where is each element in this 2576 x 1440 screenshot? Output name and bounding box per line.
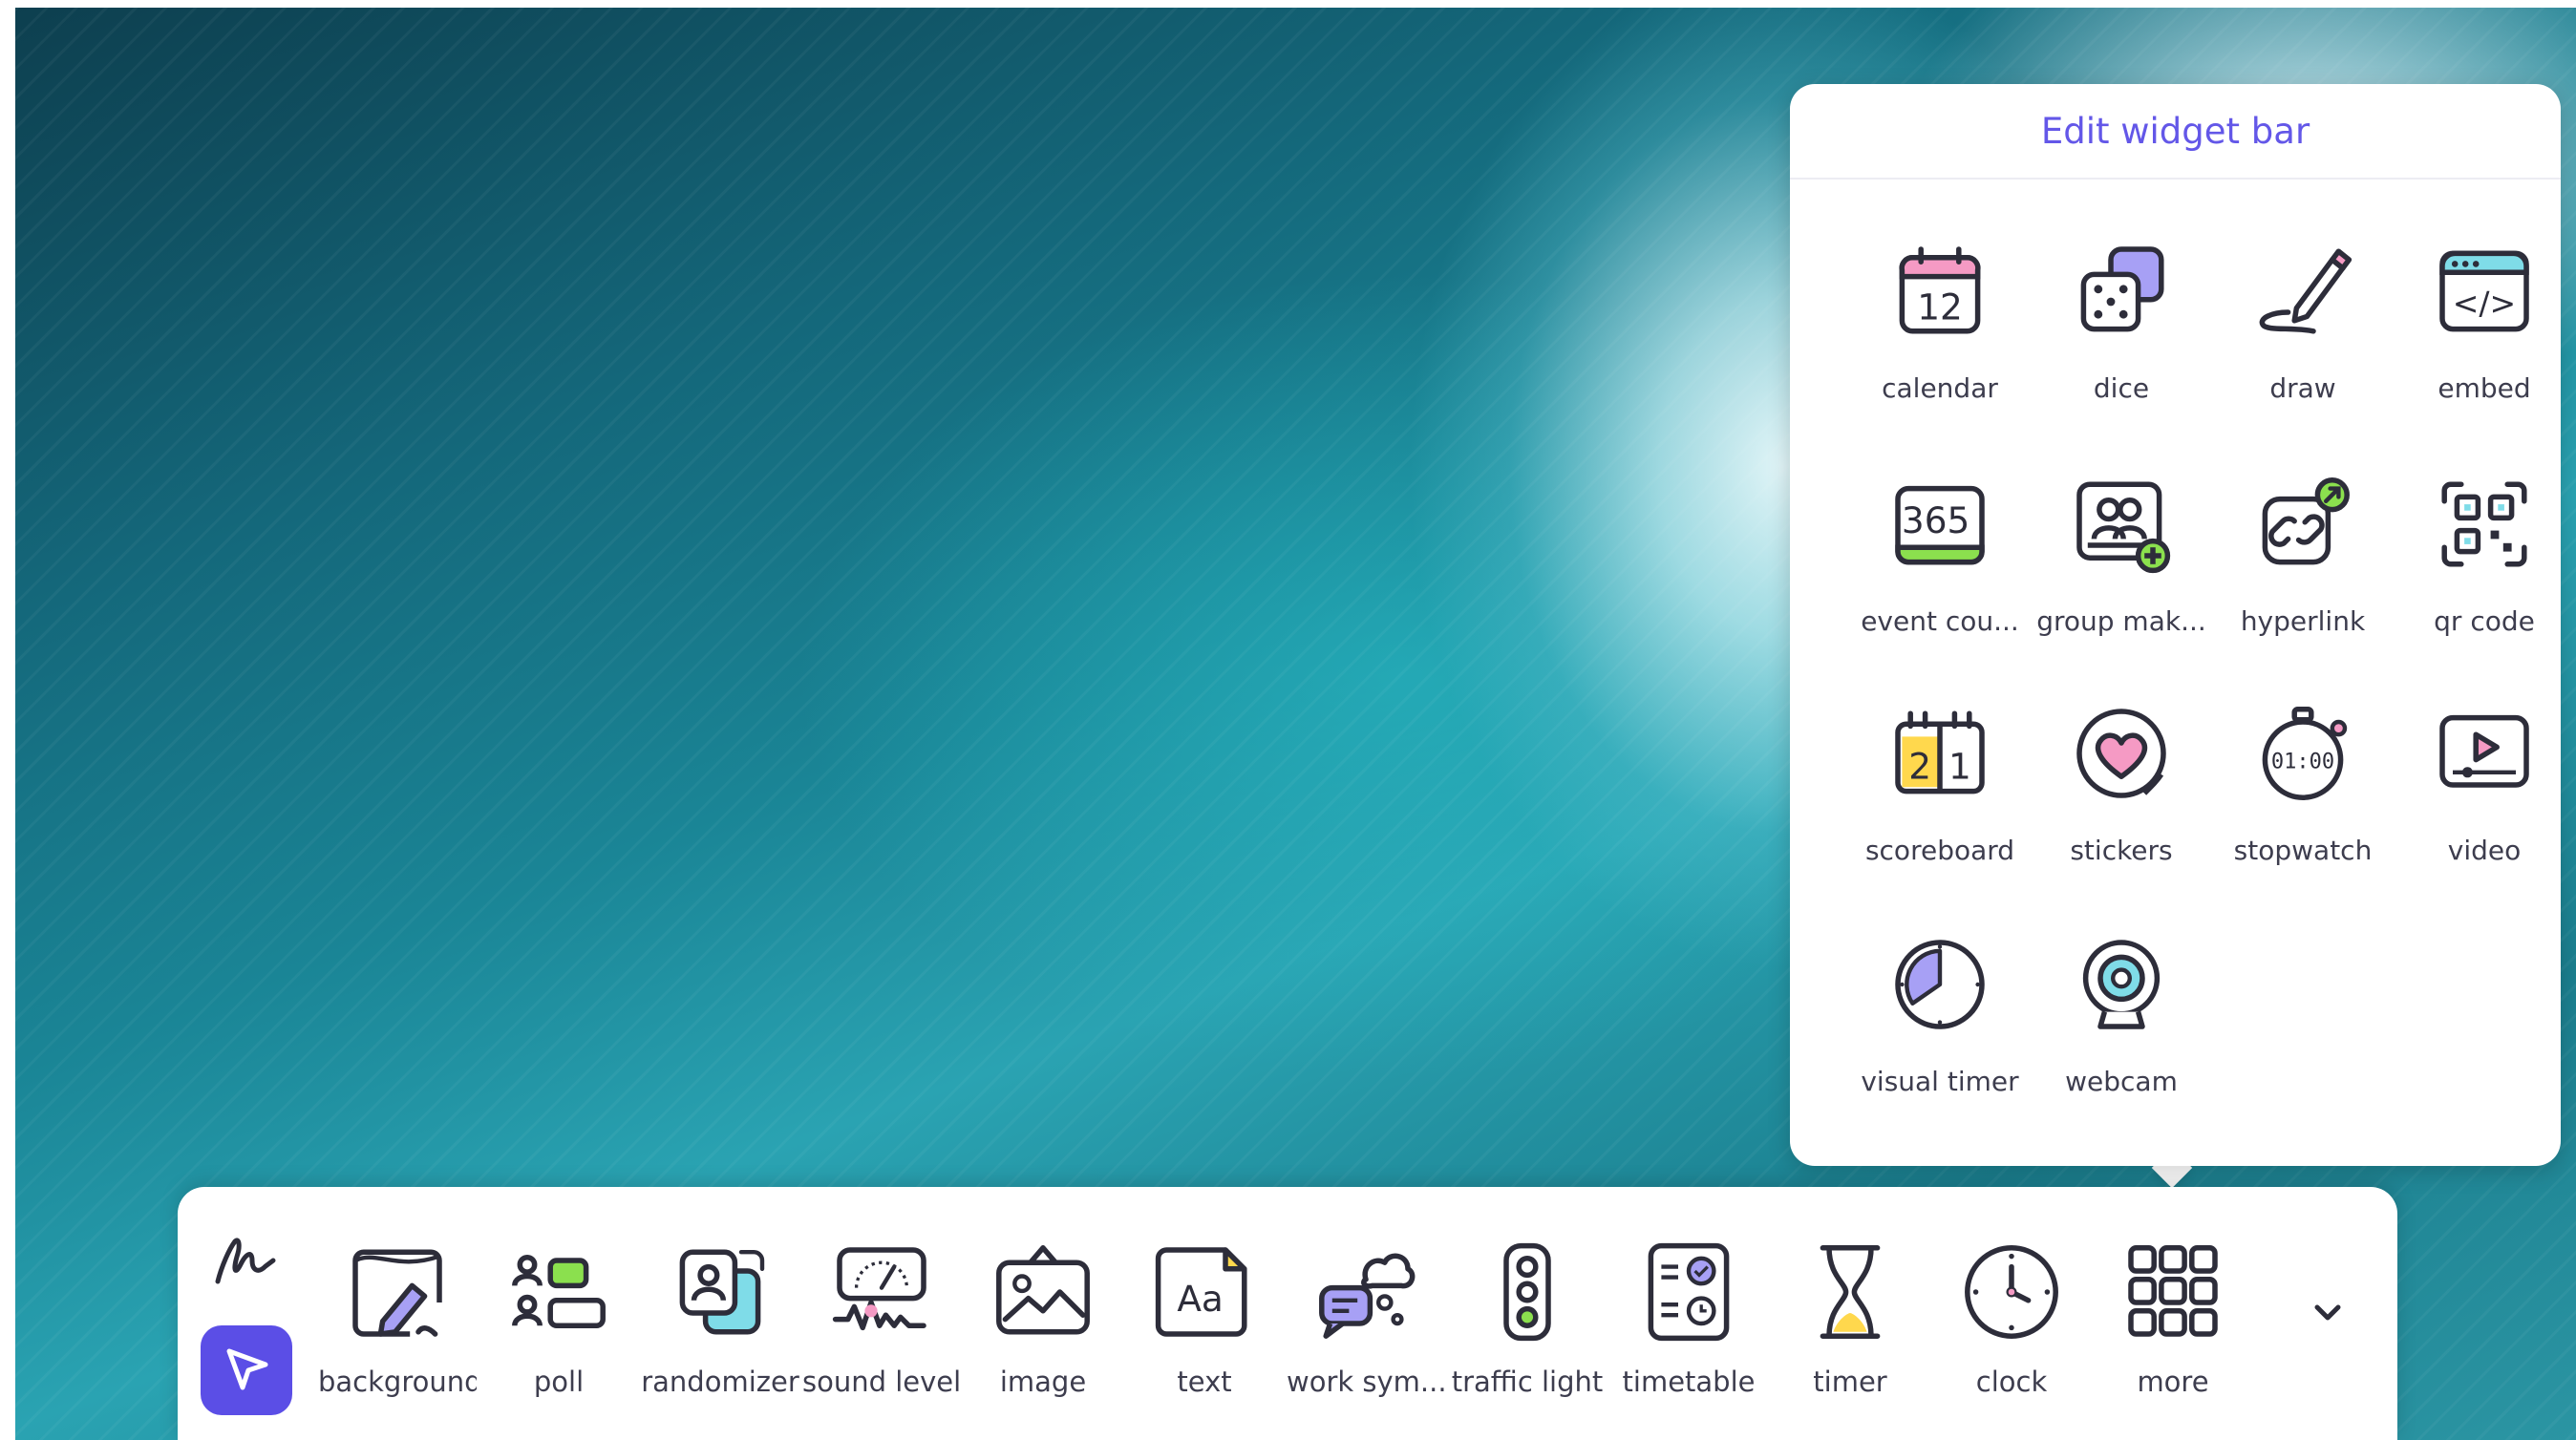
webcam-icon: [2082, 940, 2161, 1029]
stopwatch-icon: 01:00: [2262, 707, 2348, 800]
app-stage: Edit widget bar 12 calendar dice draw </…: [0, 0, 2576, 1440]
widget-qr-code[interactable]: qr code: [2394, 462, 2575, 672]
select-tool-button[interactable]: [201, 1325, 292, 1415]
widget-label: calendar: [1882, 372, 1998, 404]
tool-timer[interactable]: timer: [1771, 1239, 1929, 1421]
tool-randomizer[interactable]: randomizer: [641, 1239, 799, 1421]
tool-timetable[interactable]: timetable: [1609, 1239, 1768, 1421]
visual-timer-icon: [1895, 940, 1985, 1029]
widget-scoreboard[interactable]: 2 1 scoreboard: [1849, 691, 2031, 901]
background-edit-icon: [352, 1249, 442, 1337]
tool-label: sound level: [802, 1366, 961, 1398]
pencil-draw-icon: [2259, 248, 2352, 334]
grid-more-icon: [2128, 1245, 2218, 1337]
tool-traffic-light[interactable]: traffic light: [1448, 1239, 1607, 1421]
tool-label: text: [1177, 1366, 1232, 1398]
embed-icon-text: </>: [2453, 285, 2516, 322]
score-right: 1: [1948, 745, 1971, 787]
tool-label: poll: [533, 1366, 585, 1398]
tool-label: timetable: [1622, 1366, 1756, 1398]
sound-level-icon: [832, 1247, 926, 1331]
work-symbols-icon: [1319, 1253, 1416, 1339]
widget-stickers[interactable]: stickers: [2031, 691, 2212, 901]
calendar-icon-text: 12: [1917, 286, 1963, 328]
widget-group-maker[interactable]: group mak...: [2031, 462, 2212, 672]
widget-label: visual timer: [1861, 1066, 2019, 1097]
tool-label: timer: [1813, 1366, 1887, 1398]
widget-stopwatch[interactable]: 01:00 stopwatch: [2212, 691, 2394, 901]
qr-code-icon: [2441, 481, 2527, 567]
widget-label: event cou...: [1861, 605, 2019, 637]
chevron-down-icon[interactable]: [2304, 1294, 2352, 1332]
tool-work-symbols[interactable]: work sym...: [1287, 1239, 1445, 1421]
tool-more[interactable]: more: [2094, 1239, 2252, 1421]
randomizer-icon: [679, 1249, 765, 1335]
traffic-light-icon: [1503, 1242, 1551, 1342]
widget-label: qr code: [2434, 605, 2535, 637]
tool-label: background: [318, 1366, 477, 1398]
text-icon-glyph: Aa: [1177, 1278, 1224, 1320]
edit-widget-bar-panel: Edit widget bar 12 calendar dice draw </…: [1790, 84, 2561, 1166]
tool-label: more: [2137, 1366, 2209, 1398]
widget-visual-timer[interactable]: visual timer: [1849, 922, 2031, 1133]
widget-embed[interactable]: </> embed: [2394, 229, 2575, 439]
tool-sound-level[interactable]: sound level: [802, 1239, 961, 1421]
tool-label: randomizer: [641, 1366, 799, 1398]
tool-background[interactable]: background: [318, 1239, 477, 1421]
hyperlink-icon: [2262, 477, 2350, 565]
widget-event-countdown[interactable]: 365 event cou...: [1849, 462, 2031, 672]
hourglass-icon: [1820, 1245, 1881, 1339]
widget-label: webcam: [2065, 1066, 2178, 1097]
group-maker-icon: [2076, 481, 2171, 574]
widget-draw[interactable]: draw: [2212, 229, 2394, 439]
embed-code-icon: </>: [2439, 250, 2529, 332]
tool-poll[interactable]: poll: [479, 1239, 638, 1421]
tool-image[interactable]: image: [964, 1239, 1122, 1421]
image-icon: [996, 1245, 1090, 1335]
widget-label: draw: [2269, 372, 2336, 404]
tool-label: traffic light: [1451, 1366, 1604, 1398]
poll-icon: [512, 1254, 606, 1328]
dice-icon: [2080, 246, 2164, 332]
pen-scribble-icon[interactable]: [212, 1232, 279, 1289]
widget-label: hyperlink: [2240, 605, 2366, 637]
widget-video[interactable]: video: [2394, 691, 2575, 901]
scoreboard-icon: 2 1: [1895, 710, 1985, 794]
calendar-icon: 12: [1899, 246, 1981, 334]
score-left: 2: [1908, 745, 1931, 787]
widget-label: scoreboard: [1864, 835, 2015, 866]
heart-sticker-icon: [2076, 709, 2166, 798]
panel-title: Edit widget bar: [1790, 84, 2561, 180]
widget-label: group mak...: [2036, 605, 2206, 637]
clock-icon: [1965, 1245, 2058, 1339]
widget-label: video: [2447, 835, 2522, 866]
video-play-icon: [2439, 714, 2529, 788]
event-countdown-icon: 365: [1895, 485, 1985, 565]
event-countdown-icon-text: 365: [1902, 499, 1969, 541]
tool-label: work sym...: [1287, 1366, 1445, 1398]
widget-label: dice: [2093, 372, 2150, 404]
widget-webcam[interactable]: webcam: [2031, 922, 2212, 1133]
widget-label: embed: [2438, 372, 2531, 404]
tool-label: clock: [1975, 1366, 2048, 1398]
tool-text[interactable]: Aa text: [1125, 1239, 1284, 1421]
cursor-arrow-icon: [226, 1348, 268, 1390]
timetable-icon: [1648, 1242, 1730, 1342]
stopwatch-icon-text: 01:00: [2271, 750, 2334, 773]
widget-label: stickers: [2070, 835, 2173, 866]
widget-dice[interactable]: dice: [2031, 229, 2212, 439]
text-icon: Aa: [1155, 1247, 1247, 1337]
widget-label: stopwatch: [2233, 835, 2373, 866]
widget-calendar[interactable]: 12 calendar: [1849, 229, 2031, 439]
widget-hyperlink[interactable]: hyperlink: [2212, 462, 2394, 672]
tool-clock[interactable]: clock: [1932, 1239, 2091, 1421]
tool-label: image: [999, 1366, 1087, 1398]
